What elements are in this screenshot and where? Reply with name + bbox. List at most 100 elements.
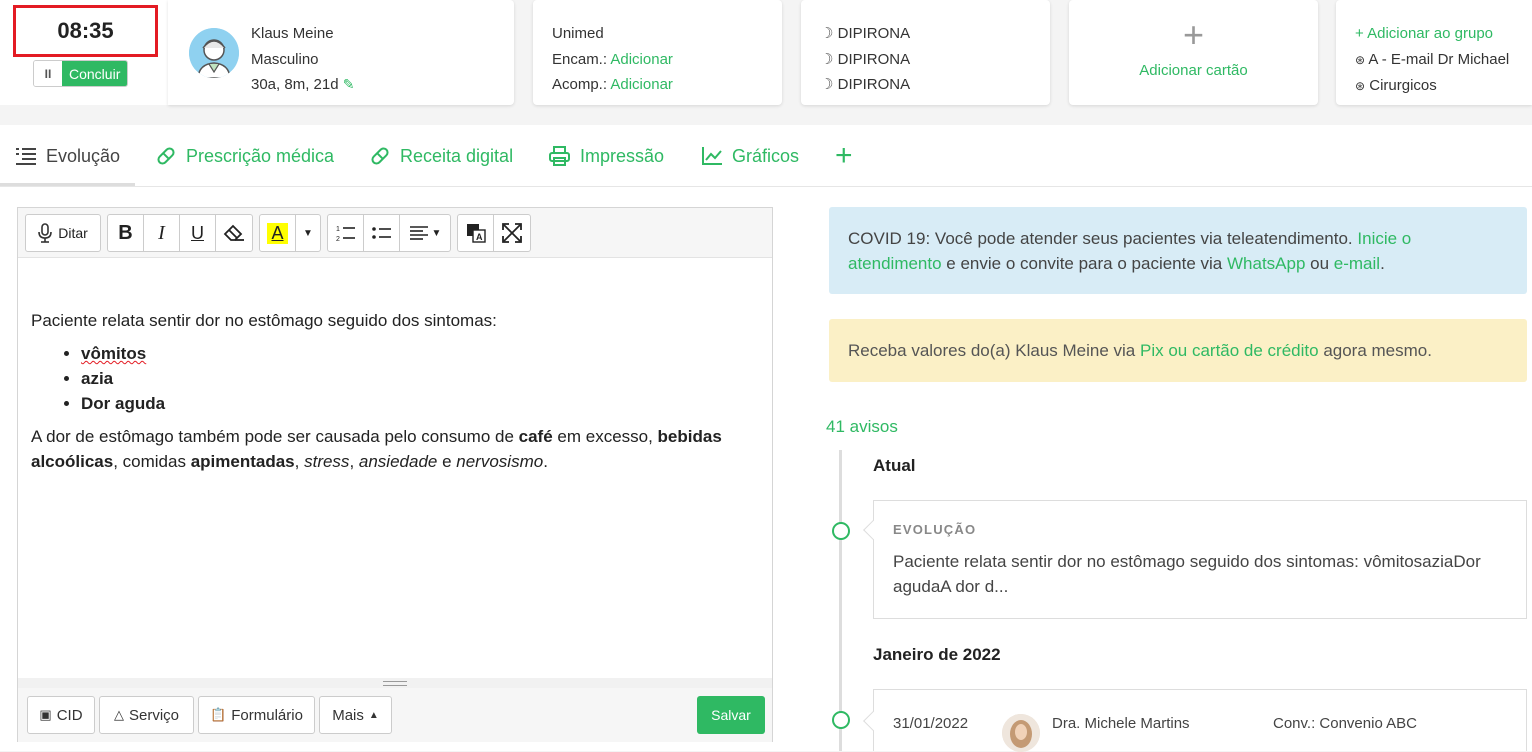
text: , comidas: [113, 452, 191, 471]
patient-name: Klaus Meine: [251, 25, 334, 42]
acomp-add-link[interactable]: Adicionar: [610, 76, 673, 93]
resize-handle[interactable]: [18, 678, 772, 688]
timeline-section-title: Atual: [873, 456, 916, 475]
encam-add-link[interactable]: Adicionar: [610, 51, 673, 68]
pencil-icon[interactable]: ✎: [343, 76, 355, 92]
caret-up-icon: ▲: [368, 709, 379, 721]
medication-name: DIPIRONA: [837, 50, 911, 68]
highlight-group: A ▼: [259, 214, 321, 252]
insurance-name: Unimed: [552, 25, 604, 42]
chevron-down-icon[interactable]: ▼: [296, 215, 320, 251]
editor-footer: ▣ CID △ Serviço 📋 Formulário Mais ▲ Salvar: [18, 688, 772, 742]
group-item[interactable]: ⊛ A - E-mail Dr Michael: [1355, 47, 1509, 74]
avatar: [1002, 714, 1040, 752]
groups-card: + Adicionar ao grupo ⊛ A - E-mail Dr Mic…: [1336, 0, 1532, 105]
microphone-icon: [38, 223, 53, 243]
cid-button[interactable]: ▣ CID: [27, 696, 95, 734]
group-icon: ⊛: [1355, 52, 1366, 67]
add-to-group-link[interactable]: + Adicionar ao grupo: [1355, 21, 1509, 47]
medications-card: ☽ DIPIRONA ☽ DIPIRONA ☽ DIPIRONA: [801, 0, 1050, 105]
patient-gender: Masculino: [251, 50, 319, 68]
alert-text: .: [1380, 254, 1385, 273]
svg-text:A: A: [476, 232, 483, 242]
medication-item[interactable]: ☽ DIPIRONA: [820, 47, 910, 73]
add-to-group-label: Adicionar ao grupo: [1367, 25, 1494, 42]
formulario-button[interactable]: 📋 Formulário: [198, 696, 315, 734]
text: ,: [349, 452, 359, 471]
align-icon[interactable]: ▼: [400, 215, 450, 251]
symptom-list: vômitos azia Dor aguda: [81, 341, 756, 416]
rich-text-editor: Ditar B I U A ▼ 12 ▼ A Paciente relata s…: [17, 207, 773, 742]
bold-text: café: [518, 427, 553, 446]
servico-button[interactable]: △ Serviço: [99, 696, 194, 734]
add-tab-button[interactable]: +: [835, 125, 853, 187]
whatsapp-link[interactable]: WhatsApp: [1227, 254, 1305, 273]
italic-text: stress: [304, 452, 350, 471]
tab-receita-digital[interactable]: Receita digital: [369, 125, 513, 187]
bold-text: apimentadas: [190, 452, 295, 471]
format-group: B I U: [107, 214, 253, 252]
chevron-down-icon: ▼: [431, 227, 442, 239]
patient-age: 30a, 8m, 21d: [251, 76, 339, 93]
eraser-icon[interactable]: [216, 215, 252, 251]
text: em excesso,: [552, 427, 658, 446]
clipboard-icon: 📋: [210, 707, 227, 722]
pill-icon: [157, 147, 175, 165]
entry-date: 31/01/2022: [893, 715, 969, 732]
payment-link[interactable]: Pix ou cartão de crédito: [1140, 341, 1319, 360]
patient-header: 08:35 II Concluir Klaus Meine Masculino …: [0, 0, 1532, 120]
notices-count[interactable]: 41 avisos: [826, 417, 898, 437]
editor-content[interactable]: Paciente relata sentir dor no estômago s…: [31, 308, 756, 474]
medication-item[interactable]: ☽ DIPIRONA: [820, 21, 910, 47]
group-item[interactable]: ⊛ Cirurgicos: [1355, 73, 1509, 100]
printer-icon: [549, 146, 570, 166]
plus-icon: +: [1182, 14, 1205, 55]
plus-icon: +: [835, 139, 853, 172]
patient-card: Klaus Meine Masculino 30a, 8m, 21d ✎: [168, 0, 514, 105]
tab-label: Evolução: [46, 145, 121, 166]
add-card-button[interactable]: + Adicionar cartão: [1069, 0, 1318, 105]
email-link[interactable]: e-mail: [1334, 254, 1380, 273]
insurance-card: Unimed Encam.: Adicionar Acomp.: Adicion…: [533, 0, 782, 105]
tab-prescricao[interactable]: Prescrição médica: [155, 125, 334, 187]
mais-button[interactable]: Mais ▲: [319, 696, 392, 734]
editor-paragraph: A dor de estômago também pode ser causad…: [31, 424, 756, 474]
avatar: [189, 28, 239, 78]
service-bell-icon: △: [113, 707, 124, 722]
timeline-entry-card[interactable]: 31/01/2022 Dra. Michele Martins Conv.: C…: [863, 689, 1527, 752]
group-icon: ⊛: [1355, 79, 1366, 93]
active-tab-indicator: [0, 183, 135, 186]
tab-graficos[interactable]: Gráficos: [701, 125, 799, 187]
fullscreen-icon[interactable]: [494, 215, 530, 251]
entry-preview-text: Paciente relata sentir dor no estômago s…: [893, 552, 1481, 596]
bold-button[interactable]: B: [108, 215, 144, 251]
editor-paragraph: Paciente relata sentir dor no estômago s…: [31, 311, 497, 330]
underline-button[interactable]: U: [180, 215, 216, 251]
tab-impressao[interactable]: Impressão: [548, 125, 664, 187]
translate-icon[interactable]: A: [458, 215, 494, 251]
chart-icon: [702, 147, 722, 165]
italic-button[interactable]: I: [144, 215, 180, 251]
highlight-color-button[interactable]: A: [260, 215, 296, 251]
concluir-button[interactable]: Concluir: [62, 61, 128, 86]
evolution-entry-card[interactable]: EVOLUÇÃO Paciente relata sentir dor no e…: [863, 500, 1527, 619]
bullet-list-icon[interactable]: [364, 215, 400, 251]
dictate-button[interactable]: Ditar: [25, 214, 101, 252]
list-item: Dor aguda: [81, 391, 756, 416]
covid-alert: COVID 19: Você pode atender seus pacient…: [829, 207, 1527, 294]
patient-age-row: 30a, 8m, 21d ✎: [251, 72, 354, 98]
tab-evolucao[interactable]: Evolução: [15, 125, 120, 187]
ordered-list-icon[interactable]: 12: [328, 215, 364, 251]
medication-item[interactable]: ☽ DIPIRONA: [820, 72, 910, 98]
svg-text:2: 2: [336, 236, 340, 242]
entry-doctor: Dra. Michele Martins: [1052, 715, 1190, 732]
pause-button[interactable]: II: [34, 61, 62, 86]
group-name: Cirurgicos: [1369, 77, 1437, 94]
button-label: Mais: [332, 706, 364, 724]
timeline-dot: [832, 522, 850, 540]
moon-icon: ☽: [820, 76, 834, 93]
italic-text: ansiedade: [358, 452, 438, 471]
acomp-label: Acomp.:: [552, 76, 608, 93]
save-button[interactable]: Salvar: [697, 696, 765, 734]
timeline-dot: [832, 711, 850, 729]
